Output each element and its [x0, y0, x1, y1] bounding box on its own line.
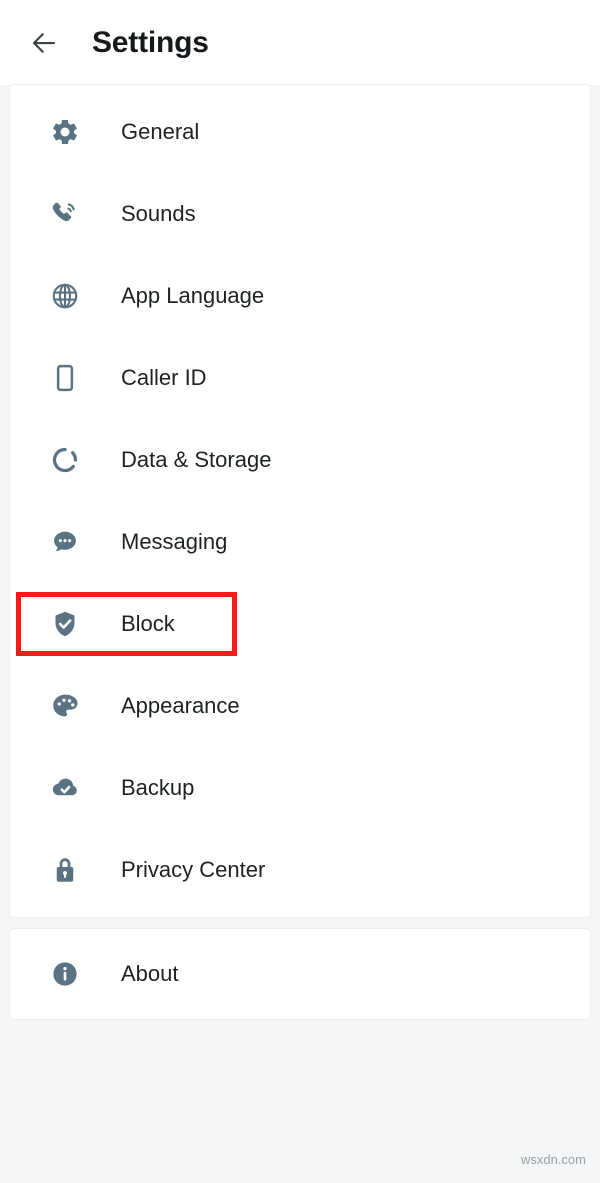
- settings-row-data-storage[interactable]: Data & Storage: [10, 419, 590, 501]
- settings-row-privacy-center[interactable]: Privacy Center: [10, 829, 590, 911]
- donut-chart-icon: [48, 443, 82, 477]
- settings-list-secondary: About: [10, 929, 590, 1019]
- card-separator: [0, 917, 600, 929]
- arrow-left-icon: [29, 28, 59, 58]
- smartphone-icon: [48, 361, 82, 395]
- info-circle-icon: [48, 957, 82, 991]
- settings-row-app-language[interactable]: App Language: [10, 255, 590, 337]
- cloud-check-icon: [48, 771, 82, 805]
- settings-row-label: Sounds: [121, 201, 196, 226]
- settings-row-label: Block: [121, 611, 175, 636]
- settings-card-primary: General Sounds App Language Caller ID Da…: [10, 85, 590, 917]
- settings-row-label: General: [121, 119, 200, 144]
- settings-row-label: About: [121, 961, 179, 986]
- settings-row-caller-id[interactable]: Caller ID: [10, 337, 590, 419]
- settings-row-label: App Language: [121, 283, 265, 308]
- settings-row-label: Messaging: [121, 529, 228, 554]
- phone-ringing-icon: [48, 197, 82, 231]
- settings-list-primary: General Sounds App Language Caller ID Da…: [10, 85, 590, 917]
- shield-check-icon: [48, 607, 82, 641]
- settings-row-general[interactable]: General: [10, 91, 590, 173]
- settings-row-sounds[interactable]: Sounds: [10, 173, 590, 255]
- settings-row-label: Backup: [121, 775, 195, 800]
- app-bar: Settings: [0, 0, 600, 85]
- page-title: Settings: [92, 25, 209, 59]
- settings-row-appearance[interactable]: Appearance: [10, 665, 590, 747]
- globe-icon: [48, 279, 82, 313]
- lock-icon: [48, 853, 82, 887]
- palette-icon: [48, 689, 82, 723]
- gear-icon: [48, 115, 82, 149]
- settings-row-block[interactable]: Block: [10, 583, 590, 665]
- settings-row-label: Caller ID: [121, 365, 207, 390]
- settings-row-backup[interactable]: Backup: [10, 747, 590, 829]
- settings-card-secondary: About: [10, 929, 590, 1019]
- back-button[interactable]: [22, 21, 66, 65]
- settings-row-about[interactable]: About: [10, 933, 590, 1015]
- settings-row-label: Data & Storage: [121, 447, 272, 472]
- watermark: wsxdn.com: [520, 1152, 586, 1167]
- chat-bubble-icon: [48, 525, 82, 559]
- settings-row-messaging[interactable]: Messaging: [10, 501, 590, 583]
- settings-row-label: Privacy Center: [121, 857, 266, 882]
- settings-row-label: Appearance: [121, 693, 240, 718]
